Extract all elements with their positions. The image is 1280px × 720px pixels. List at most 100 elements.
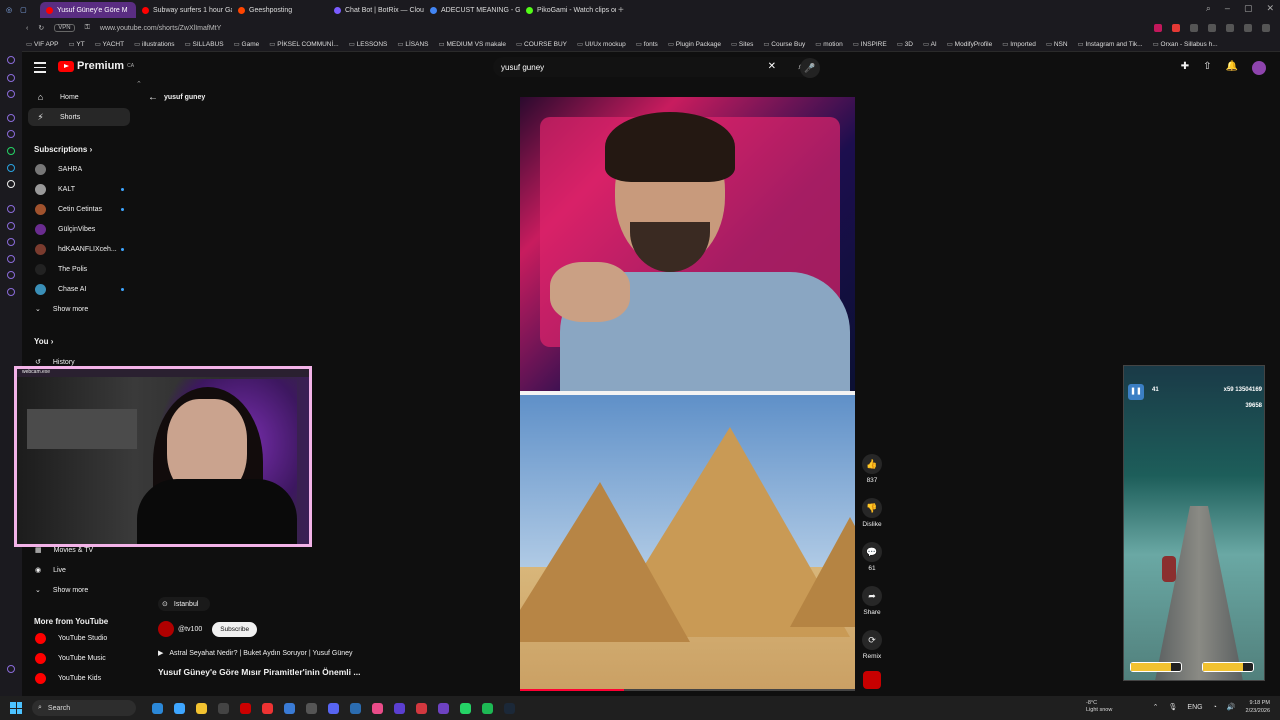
sidebar-app-icon[interactable] bbox=[7, 74, 15, 82]
bookmark-item[interactable]: AI bbox=[923, 40, 937, 48]
scroll-up-icon[interactable]: ⌃ bbox=[136, 80, 142, 88]
bookmark-item[interactable]: Instagram and Tik... bbox=[1078, 40, 1143, 48]
browser-tab[interactable]: Yusuf Güney'e Göre M bbox=[40, 2, 136, 18]
sidebar-app-icon[interactable] bbox=[7, 271, 15, 279]
browser-menu-icon[interactable]: ◎ bbox=[6, 6, 12, 14]
browser-tab[interactable]: Chat Bot | BotRix — Clou bbox=[328, 2, 424, 18]
sidebar-app-icon[interactable] bbox=[7, 238, 15, 246]
subscription-item[interactable]: KALT bbox=[28, 181, 124, 197]
vpn-badge[interactable]: VPN bbox=[54, 24, 75, 32]
browser-tab[interactable]: Geeshposting bbox=[232, 2, 328, 18]
bookmark-item[interactable]: Plugin Package bbox=[668, 40, 721, 48]
browser-tab[interactable]: PikoGami - Watch clips or bbox=[520, 2, 616, 18]
weather-widget[interactable]: -8°C Light snow bbox=[1086, 700, 1112, 714]
sidebar-item-live[interactable]: ◉ Live bbox=[28, 562, 124, 578]
bookmark-item[interactable]: illustrations bbox=[134, 40, 175, 48]
sidebar-app-icon[interactable] bbox=[7, 222, 15, 230]
taskbar-app-icon[interactable] bbox=[174, 702, 185, 714]
taskbar-search[interactable]: ⌕ Search bbox=[32, 700, 136, 716]
search-tabs-icon[interactable]: ⌕ bbox=[1206, 3, 1211, 14]
sidebar-item-kids[interactable]: YouTube Kids bbox=[28, 670, 124, 686]
x-icon[interactable] bbox=[7, 180, 15, 188]
taskbar-app-icon[interactable] bbox=[460, 702, 471, 714]
extension-icon[interactable] bbox=[1190, 24, 1198, 32]
dislike-button[interactable]: 👎 Dislike bbox=[860, 498, 884, 528]
sound-row[interactable]: ▶ Astral Seyahat Nedir? | Buket Aydın So… bbox=[158, 649, 398, 658]
bookmark-item[interactable]: Sites bbox=[731, 40, 753, 48]
subscription-item[interactable]: SAHRA bbox=[28, 161, 124, 177]
bookmark-item[interactable]: Imported bbox=[1002, 40, 1036, 48]
close-window-icon[interactable]: ✕ bbox=[1266, 3, 1274, 14]
bookmark-item[interactable]: VIF APP bbox=[26, 40, 59, 48]
sidebar-item-studio[interactable]: YouTube Studio bbox=[28, 630, 124, 646]
taskbar-app-icon[interactable] bbox=[416, 702, 427, 714]
youtube-logo[interactable]: Premium CA bbox=[58, 60, 134, 72]
bookmark-item[interactable]: SILLABUS bbox=[185, 40, 224, 48]
microphone-icon[interactable]: 🎤 bbox=[800, 58, 820, 78]
taskbar-app-icon[interactable] bbox=[218, 702, 229, 714]
workspace-icon[interactable]: ▢ bbox=[20, 6, 27, 14]
extension-icon[interactable] bbox=[1154, 24, 1162, 32]
whatsapp-icon[interactable] bbox=[7, 147, 15, 155]
subscribe-button[interactable]: Subscribe bbox=[212, 621, 258, 637]
taskbar-app-icon[interactable] bbox=[372, 702, 383, 714]
taskbar-app-icon[interactable] bbox=[262, 702, 273, 714]
show-more-button[interactable]: ⌄ Show more bbox=[28, 301, 124, 317]
sidebar-app-icon[interactable] bbox=[7, 56, 15, 64]
windows-start-icon[interactable] bbox=[10, 702, 22, 714]
extension-icon[interactable] bbox=[1262, 24, 1270, 32]
taskbar-app-icon[interactable] bbox=[328, 702, 339, 714]
subscription-item[interactable]: hdKAANFLIXceh... bbox=[28, 241, 124, 257]
back-icon[interactable]: ‹ bbox=[26, 25, 28, 32]
avatar[interactable] bbox=[1252, 61, 1266, 75]
language-indicator[interactable]: ENG bbox=[1187, 704, 1202, 711]
site-info-icon[interactable]: ⚿ bbox=[85, 24, 90, 32]
taskbar-app-icon[interactable] bbox=[438, 702, 449, 714]
bookmark-item[interactable]: motion bbox=[815, 40, 843, 48]
wifi-icon[interactable]: ◔ bbox=[1213, 704, 1217, 711]
bookmark-item[interactable]: INSPIRE bbox=[853, 40, 887, 48]
extension-icon[interactable] bbox=[1226, 24, 1234, 32]
taskbar-app-icon[interactable] bbox=[284, 702, 295, 714]
twitch-icon[interactable] bbox=[7, 130, 15, 138]
subscription-item[interactable]: Cetin Cetintas bbox=[28, 201, 124, 217]
you-heading[interactable]: You › bbox=[34, 337, 53, 346]
bookmark-item[interactable]: YACHT bbox=[95, 40, 125, 48]
extension-icon[interactable] bbox=[1244, 24, 1252, 32]
sidebar-item-music[interactable]: YouTube Music bbox=[28, 650, 124, 666]
show-more-button[interactable]: ⌄ Show more bbox=[28, 582, 124, 598]
bookmark-item[interactable]: MEDIUM VS makale bbox=[438, 40, 506, 48]
subscriptions-heading[interactable]: Subscriptions › bbox=[34, 145, 92, 154]
taskbar-app-icon[interactable] bbox=[504, 702, 515, 714]
bookmark-item[interactable]: UI/Ux mockup bbox=[577, 40, 626, 48]
minimize-icon[interactable]: – bbox=[1225, 3, 1230, 14]
clear-search-icon[interactable]: ✕ bbox=[768, 61, 776, 72]
taskbar-app-icon[interactable] bbox=[394, 702, 405, 714]
clock[interactable]: 9:18 PM 2/23/2026 bbox=[1246, 699, 1270, 715]
sidebar-app-icon[interactable] bbox=[7, 255, 15, 263]
subscription-item[interactable]: The Polis bbox=[28, 261, 124, 277]
maximize-icon[interactable]: ▢ bbox=[1244, 3, 1253, 14]
share-button[interactable]: ➦ Share bbox=[860, 586, 884, 616]
channel-thumbnail[interactable] bbox=[863, 671, 881, 689]
bookmark-item[interactable]: Orxan - Sillabus h... bbox=[1153, 40, 1218, 48]
bookmark-item[interactable]: ModifyProfile bbox=[947, 40, 993, 48]
sidebar-item-home[interactable]: ⌂ Home bbox=[28, 88, 130, 106]
bookmark-item[interactable]: NSN bbox=[1046, 40, 1068, 48]
shorts-video-player[interactable] bbox=[520, 97, 855, 691]
back-to-search[interactable]: ← yusuf guney bbox=[148, 92, 205, 103]
taskbar-app-icon[interactable] bbox=[240, 702, 251, 714]
subscription-item[interactable]: Chase AI bbox=[28, 281, 124, 297]
comments-button[interactable]: 💬 61 bbox=[860, 542, 884, 572]
url-text[interactable]: www.youtube.com/shorts/ZwXlImafMtY bbox=[100, 25, 221, 32]
sidebar-app-icon[interactable] bbox=[7, 90, 15, 98]
sidebar-app-icon[interactable] bbox=[7, 288, 15, 296]
extension-icon[interactable] bbox=[1172, 24, 1180, 32]
reload-icon[interactable]: ↻ bbox=[38, 24, 44, 32]
bookmark-item[interactable]: LİSANS bbox=[397, 40, 428, 48]
bookmark-item[interactable]: 3D bbox=[897, 40, 913, 48]
sidebar-app-icon[interactable] bbox=[7, 205, 15, 213]
create-icon[interactable]: ✚ bbox=[1181, 61, 1189, 75]
bookmark-item[interactable]: Game bbox=[234, 40, 260, 48]
taskbar-app-icon[interactable] bbox=[196, 702, 207, 714]
